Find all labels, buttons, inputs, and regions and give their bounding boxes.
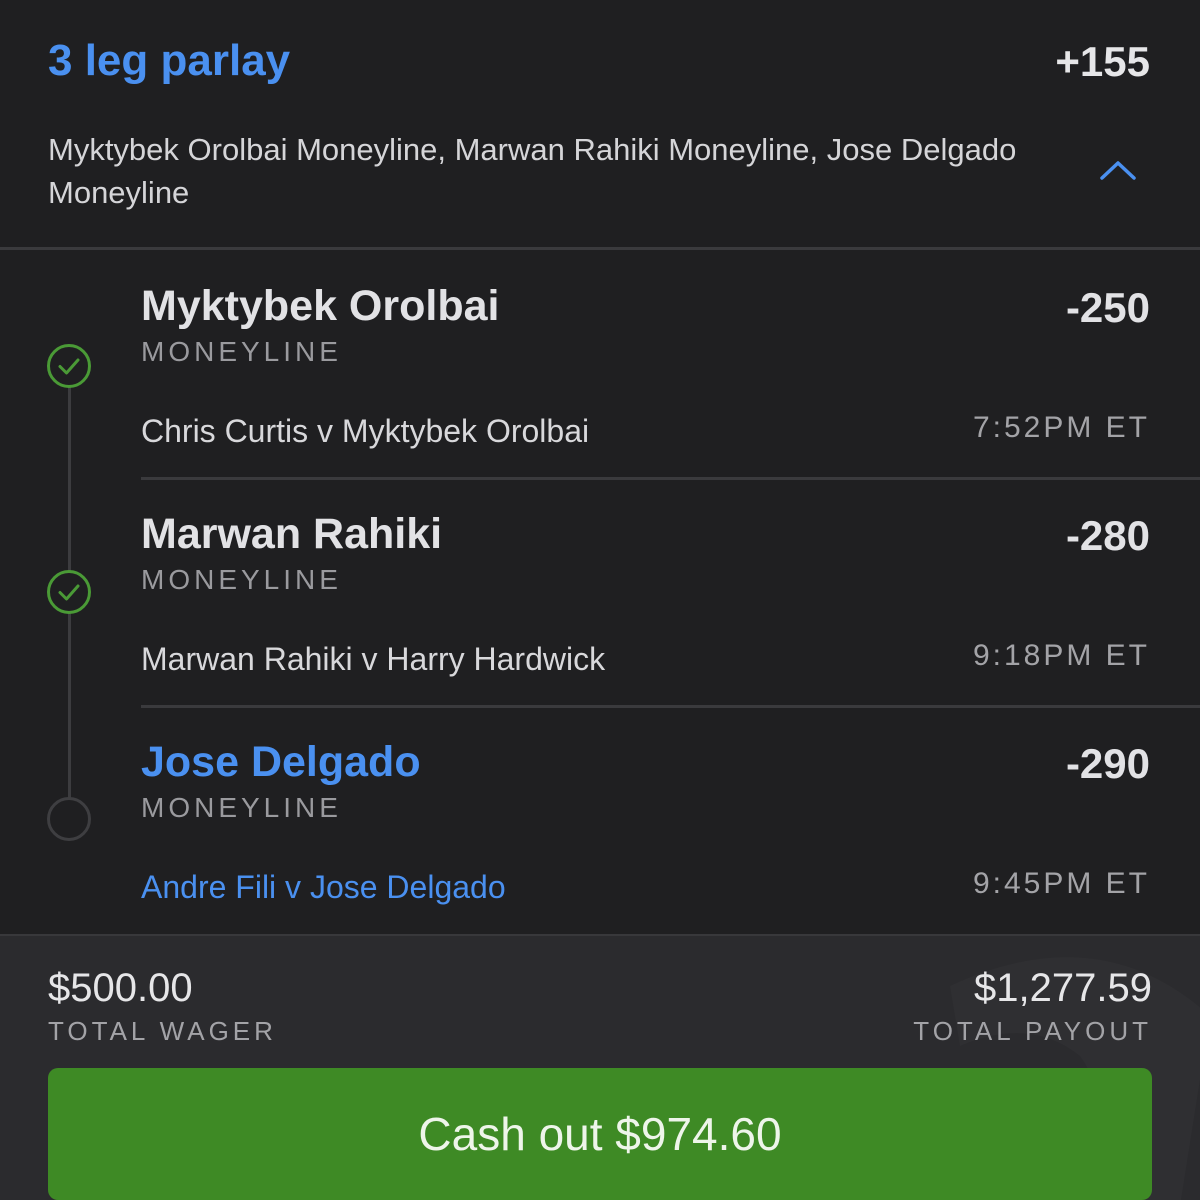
leg-odds: -280 xyxy=(1065,512,1150,559)
leg-market-type: MONEYLINE xyxy=(141,792,342,823)
bet-footer: $500.00 TOTAL WAGER $1,277.59 TOTAL PAYO… xyxy=(0,934,1200,1200)
leg-matchup: Chris Curtis v Myktybek Orolbai xyxy=(141,413,590,449)
parlay-legs: Myktybek Orolbai -250 MONEYLINE Chris Cu… xyxy=(0,250,1200,934)
total-payout-amount: $1,277.59 xyxy=(974,966,1152,1010)
leg-start-time: 7:52PM ET xyxy=(972,411,1150,444)
leg-market-type: MONEYLINE xyxy=(141,564,342,595)
leg-start-time: 9:45PM ET xyxy=(972,867,1150,900)
leg-market-type: MONEYLINE xyxy=(141,336,342,367)
leg-name: Marwan Rahiki xyxy=(141,510,443,558)
check-circle-icon xyxy=(47,570,91,614)
leg-odds: -250 xyxy=(1065,284,1150,331)
leg-start-time: 9:18PM ET xyxy=(972,639,1150,672)
parlay-title: 3 leg parlay xyxy=(48,36,291,85)
parlay-summary: Myktybek Orolbai Moneyline, Marwan Rahik… xyxy=(48,132,1017,210)
parlay-odds: +155 xyxy=(1055,38,1150,85)
parlay-header[interactable]: 3 leg parlay +155 Myktybek Orolbai Money… xyxy=(0,0,1200,250)
leg-matchup-link[interactable]: Andre Fili v Jose Delgado xyxy=(141,869,506,906)
leg-odds: -290 xyxy=(1065,740,1150,787)
leg-name: Myktybek Orolbai xyxy=(141,282,500,330)
leg-item[interactable]: Myktybek Orolbai -250 MONEYLINE Chris Cu… xyxy=(0,250,1200,480)
leg-item[interactable]: Marwan Rahiki -280 MONEYLINE Marwan Rahi… xyxy=(0,478,1200,708)
leg-item[interactable]: Jose Delgado -290 MONEYLINE Andre Fili v… xyxy=(0,706,1200,934)
total-wager-label: TOTAL WAGER xyxy=(48,1016,277,1046)
empty-circle-icon xyxy=(47,797,91,841)
bet-slip-card: 3 leg parlay +155 Myktybek Orolbai Money… xyxy=(0,0,1200,1200)
leg-matchup: Marwan Rahiki v Harry Hardwick xyxy=(141,641,606,677)
cash-out-button[interactable]: Cash out $974.60 xyxy=(48,1068,1152,1200)
check-circle-icon xyxy=(47,344,91,388)
total-payout-label: TOTAL PAYOUT xyxy=(913,1016,1152,1046)
total-wager-amount: $500.00 xyxy=(48,966,193,1010)
chevron-up-icon[interactable] xyxy=(1098,156,1138,186)
leg-name: Jose Delgado xyxy=(141,738,421,786)
